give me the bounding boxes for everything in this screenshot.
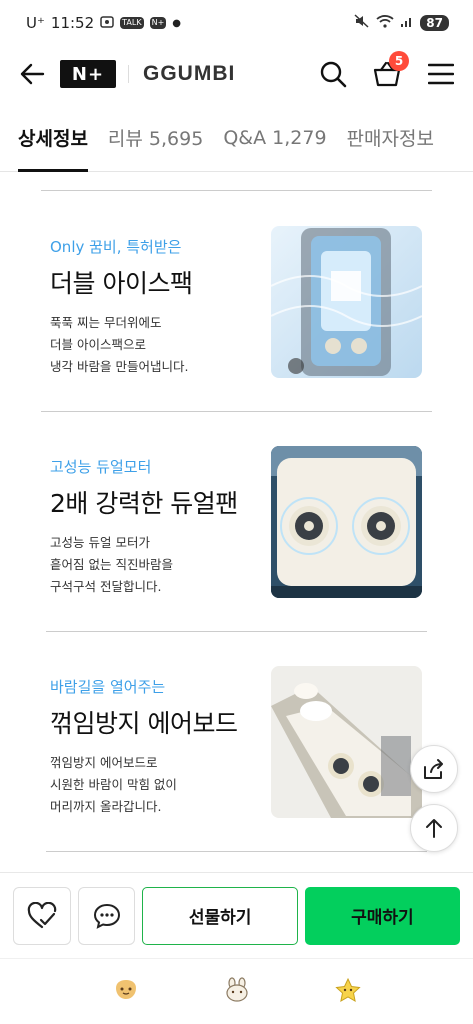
section-divider — [41, 411, 432, 412]
feature-card-air-board: 바람길을 열어주는 꺾임방지 에어보드 꺾임방지 에어보드로 시원한 바람이 막… — [50, 666, 422, 818]
back-button[interactable] — [16, 58, 48, 90]
arrow-up-icon — [426, 819, 442, 838]
search-icon — [320, 61, 347, 88]
wishlist-button[interactable] — [13, 886, 71, 945]
more-notif-dot-icon: ● — [172, 17, 182, 29]
buy-button[interactable]: 구매하기 — [304, 886, 460, 945]
wifi-icon — [376, 14, 394, 32]
tab-details[interactable]: 상세정보 — [18, 104, 88, 172]
header-divider — [128, 65, 129, 83]
feature-description: 푹푹 찌는 무더위에도 더블 아이스팩으로 냉각 바람을 만들어냅니다. — [50, 315, 189, 374]
talk-talk-button[interactable] — [77, 886, 136, 945]
share-button[interactable] — [410, 745, 458, 793]
nav-home-character-icon[interactable] — [112, 978, 140, 1006]
ice-pack-image — [271, 226, 422, 378]
feature-tagline: Only 꿈비, 특허받은 — [50, 238, 182, 256]
menu-button[interactable] — [425, 58, 457, 90]
feature-tagline: 고성능 듀얼모터 — [50, 458, 152, 476]
clock: 11:52 — [50, 14, 95, 32]
feature-card-ice-pack: Only 꿈비, 특허받은 더블 아이스팩 푹푹 찌는 무더위에도 더블 아이스… — [50, 226, 422, 378]
section-divider — [46, 851, 427, 852]
cart-button[interactable]: 5 — [371, 51, 409, 90]
feature-title: 꺾임방지 에어보드 — [50, 709, 238, 738]
naver-notif-icon: N+ — [149, 17, 167, 29]
heart-check-icon — [27, 901, 57, 928]
product-detail-content: Only 꿈비, 특허받은 더블 아이스팩 푹푹 찌는 무더위에도 더블 아이스… — [0, 172, 473, 872]
share-icon — [424, 759, 443, 779]
tab-seller-info[interactable]: 판매자정보 — [347, 104, 434, 171]
gallery-notif-icon — [100, 14, 114, 32]
brand-name[interactable]: GGUMBI — [143, 62, 235, 86]
talk-notif-icon: TALK — [120, 17, 144, 29]
dual-fan-image — [271, 446, 422, 598]
tab-reviews[interactable]: 리뷰 5,695 — [108, 104, 203, 171]
carrier-label: U⁺ — [26, 14, 45, 32]
section-divider — [46, 631, 427, 632]
product-tabs: 상세정보 리뷰 5,695 Q&A 1,279 판매자정보 — [0, 104, 473, 172]
feature-card-dual-fan: 고성능 듀얼모터 2배 강력한 듀얼팬 고성능 듀얼 모터가 흩어짐 없는 직진… — [50, 446, 422, 598]
search-button[interactable] — [317, 58, 349, 90]
naver-plus-logo[interactable]: N+ — [60, 60, 116, 88]
chat-bubble-icon — [93, 903, 120, 929]
back-arrow-icon — [20, 63, 45, 85]
scroll-to-top-button[interactable] — [410, 804, 458, 852]
air-board-image — [271, 666, 422, 818]
signal-icon — [400, 14, 414, 32]
nav-bunny-character-icon[interactable] — [223, 976, 251, 1007]
feature-title: 더블 아이스팩 — [50, 269, 193, 298]
battery-indicator: 87 — [420, 15, 449, 31]
feature-description: 꺾임방지 에어보드로 시원한 바람이 막힘 없이 머리까지 올라갑니다. — [50, 755, 177, 814]
bottom-nav-bar — [0, 958, 473, 1024]
mute-icon — [354, 14, 370, 32]
feature-tagline: 바람길을 열어주는 — [50, 678, 166, 696]
status-bar: U⁺ 11:52 TALK N+ ● 87 — [0, 0, 473, 46]
purchase-action-bar: 선물하기 구매하기 — [0, 872, 473, 958]
feature-title: 2배 강력한 듀얼팬 — [50, 489, 238, 518]
section-divider — [41, 190, 432, 191]
cart-count-badge: 5 — [389, 51, 409, 71]
hamburger-menu-icon — [428, 63, 454, 85]
feature-description: 고성능 듀얼 모터가 흩어짐 없는 직진바람을 구석구석 전달합니다. — [50, 535, 173, 594]
app-header: N+ GGUMBI 5 — [0, 46, 473, 102]
tab-qna[interactable]: Q&A 1,279 — [223, 104, 326, 171]
gift-button[interactable]: 선물하기 — [142, 886, 298, 945]
nav-star-character-icon[interactable] — [334, 977, 362, 1007]
